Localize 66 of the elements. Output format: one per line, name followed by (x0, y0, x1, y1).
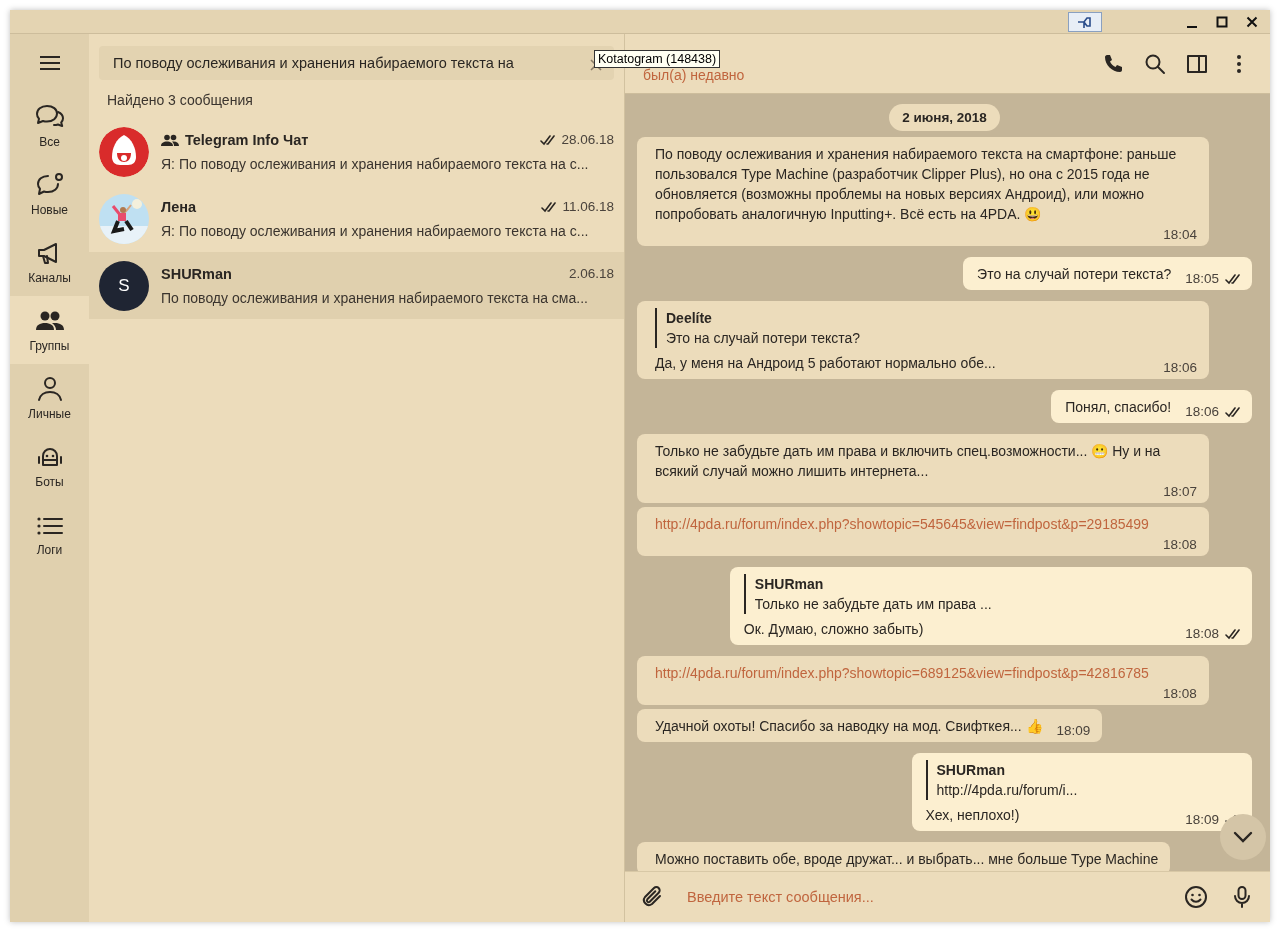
message-text: По поводу ослеживания и хранения набираемого текста на смартфоне: раньше пользовался Type Machine (разработчик Clipper Plus), но она с 2015 года не обновляется (возможны проблемы на новых версиях Андроид), или можно попробовать аналогичную Inputting+. Всё есть на 4PDA. 😃 (655, 145, 1178, 224)
minimize-icon (1186, 25, 1198, 28)
message-text: Хех, неплохо!) (925, 806, 1020, 825)
reply-text: http://4pda.ru/forum/i... (936, 781, 1079, 800)
chat-preview: Я: По поводу ослеживания и хранения набираемого текста на с... (161, 222, 590, 239)
chevron-down-icon (1233, 831, 1253, 843)
reply-author: SHURman (936, 761, 1006, 780)
reply-text: Только не забудьте дать им права ... (754, 595, 993, 614)
folder-tab[interactable]: Каналы (10, 228, 89, 296)
smiley-icon (1184, 885, 1208, 909)
chat-name: Лена (161, 198, 197, 215)
message-text: Это на случай потери текста? (977, 265, 1172, 284)
folder-tab[interactable]: Логи (10, 500, 89, 568)
message-time: 18:09 (1185, 812, 1219, 828)
folder-tab[interactable]: Группы (10, 296, 89, 364)
message-time: 18:06 (1185, 404, 1219, 420)
message-text: Да, у меня на Андроид 5 работают нормально обе... (655, 354, 996, 373)
reply-author: Deelíte (666, 309, 713, 328)
message-time: 18:08 (1162, 686, 1197, 702)
chat-preview: Я: По поводу ослеживания и хранения набираемого текста на с... (161, 155, 590, 172)
reply-text: Это на случай потери текста? (666, 329, 862, 348)
date-chip: 2 июня, 2018 (889, 104, 1000, 131)
menu-icon (38, 55, 61, 71)
folder-tab[interactable]: Боты (10, 432, 89, 500)
message-time: 18:07 (1163, 484, 1197, 500)
hood-avatar-icon (99, 126, 149, 177)
results-count: Найдено 3 сообщения (106, 91, 254, 110)
message-text: Ок. Думаю, сложно забыть) (743, 620, 924, 639)
chat-status: был(а) недавно (643, 66, 745, 83)
maximize-icon (1216, 15, 1228, 28)
tooltip: Kotatogram (148438) (594, 50, 721, 68)
chat-date: 2.06.18 (568, 266, 614, 281)
avatar: S (99, 260, 149, 311)
reply-author: SHURman (754, 575, 825, 594)
reply-quote[interactable]: Deelíte Это на случай потери текста? (655, 308, 1197, 348)
message-text: Понял, спасибо! (1065, 398, 1172, 417)
message-time: 18:08 (1185, 626, 1219, 642)
message-time: 18:04 (1163, 227, 1197, 243)
message-text: Можно поставить обе, вроде дружат... и выбрать... мне больше Type Machine (655, 850, 1159, 869)
chat-row[interactable]: Telegram Info Чат 28.06.18 Я: По поводу ослеживания и хранения набираемого текста на с... (89, 118, 624, 185)
folder-tab[interactable]: Все (10, 92, 89, 160)
message-text: Удачной охоты! Спасибо за наводку на мод. Свифткея... 👍 (655, 717, 1043, 736)
search-icon (1144, 52, 1166, 75)
message-time: 18:08 (1162, 537, 1197, 553)
chat-name: SHURman (161, 265, 232, 282)
message-time: 18:09 (1056, 723, 1091, 739)
close-icon (1246, 15, 1258, 28)
reply-quote[interactable]: SHURman http://4pda.ru/forum/i... (925, 760, 1240, 800)
chat-date: 28.06.18 (561, 132, 614, 147)
phone-icon (1102, 52, 1124, 75)
folder-tab[interactable]: Личные (10, 364, 89, 432)
message-time: 18:05 (1185, 271, 1219, 287)
emoji-button[interactable] (1182, 883, 1210, 911)
message-text: Только не забудьте дать им права и включить спец.возможности... 😬 Ну и на всякий случай можно лишить интернета... (655, 442, 1162, 481)
message-time: 18:06 (1163, 360, 1197, 376)
pin-button[interactable] (1068, 11, 1102, 32)
chat-name: Telegram Info Чат (185, 131, 309, 148)
more-icon (1237, 53, 1241, 74)
panel-icon (1186, 52, 1208, 75)
folder-tab[interactable]: Новые (10, 160, 89, 228)
message-input[interactable]: Введите текст сообщения... (685, 888, 1164, 906)
chat-preview: По поводу ослеживания и хранения набираемого текста на сма... (161, 289, 589, 306)
chat-row[interactable]: Лена 11.06.18 Я: По поводу ослеживания и хранения набираемого текста на с... (89, 185, 624, 252)
chat-date: 11.06.18 (562, 199, 614, 214)
chat-row[interactable]: S SHURman 2.06.18 По поводу ослеживания и хранения набираемого текста на сма... (89, 252, 624, 319)
reply-quote[interactable]: SHURman Только не забудьте дать им права ... (743, 574, 1240, 614)
